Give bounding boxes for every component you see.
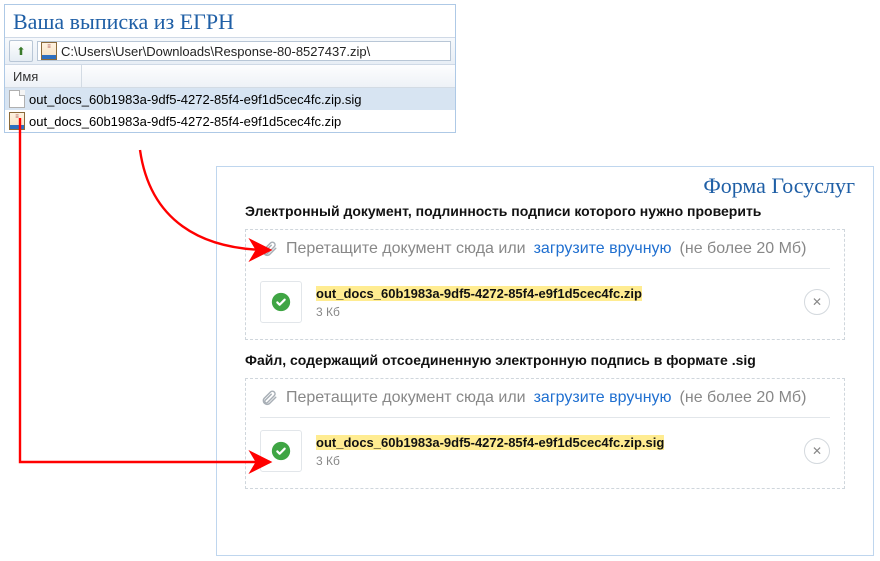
dropzone[interactable]: Перетащите документ сюда или загрузите в… <box>245 378 845 489</box>
up-folder-button[interactable]: ⬆ <box>9 40 33 62</box>
uploaded-file-name: out_docs_60b1983a-9df5-4272-85f4-e9f1d5c… <box>316 286 790 301</box>
upload-limit: (не более 20 Мб) <box>680 240 807 258</box>
divider <box>260 417 830 418</box>
file-name: out_docs_60b1983a-9df5-4272-85f4-e9f1d5c… <box>29 92 361 107</box>
paperclip-icon <box>260 240 278 258</box>
section-label: Файл, содержащий отсоединенную электронн… <box>245 352 845 368</box>
address-path-text: C:\Users\User\Downloads\Response-80-8527… <box>61 44 370 59</box>
dropzone-text: Перетащите документ сюда или <box>286 389 526 407</box>
file-name: out_docs_60b1983a-9df5-4272-85f4-e9f1d5c… <box>29 114 341 129</box>
archive-icon: ≡ <box>41 42 57 60</box>
upload-success-icon <box>260 430 302 472</box>
upload-section-signature: Файл, содержащий отсоединенную электронн… <box>217 352 873 501</box>
up-arrow-icon: ⬆ <box>16 45 25 58</box>
upload-success-icon <box>260 281 302 323</box>
file-list: out_docs_60b1983a-9df5-4272-85f4-e9f1d5c… <box>5 88 455 132</box>
dropzone-header: Перетащите документ сюда или загрузите в… <box>260 240 830 258</box>
close-icon: ✕ <box>812 444 822 458</box>
upload-section-document: Электронный документ, подлинность подпис… <box>217 203 873 352</box>
close-icon: ✕ <box>812 295 822 309</box>
uploaded-file-size: 3 Кб <box>316 454 790 468</box>
upload-manual-link[interactable]: загрузите вручную <box>534 240 672 258</box>
uploaded-file-row: out_docs_60b1983a-9df5-4272-85f4-e9f1d5c… <box>260 430 830 472</box>
uploaded-file-row: out_docs_60b1983a-9df5-4272-85f4-e9f1d5c… <box>260 281 830 323</box>
divider <box>260 268 830 269</box>
column-headers: Имя <box>5 65 455 88</box>
paperclip-icon <box>260 389 278 407</box>
dropzone-text: Перетащите документ сюда или <box>286 240 526 258</box>
dropzone-header: Перетащите документ сюда или загрузите в… <box>260 389 830 407</box>
uploaded-file-info: out_docs_60b1983a-9df5-4272-85f4-e9f1d5c… <box>316 435 790 468</box>
explorer-title: Ваша выписка из ЕГРН <box>5 5 455 37</box>
archive-icon: ≡ <box>9 112 25 130</box>
gosuslugi-form-panel: Форма Госуслуг Электронный документ, под… <box>216 166 874 556</box>
uploaded-file-info: out_docs_60b1983a-9df5-4272-85f4-e9f1d5c… <box>316 286 790 319</box>
explorer-panel: Ваша выписка из ЕГРН ⬆ ≡ C:\Users\User\D… <box>4 4 456 133</box>
upload-limit: (не более 20 Мб) <box>680 389 807 407</box>
file-icon <box>9 90 25 108</box>
file-row-sig[interactable]: out_docs_60b1983a-9df5-4272-85f4-e9f1d5c… <box>5 88 455 110</box>
gosuslugi-form-title: Форма Госуслуг <box>217 167 873 203</box>
dropzone[interactable]: Перетащите документ сюда или загрузите в… <box>245 229 845 340</box>
file-row-zip[interactable]: ≡ out_docs_60b1983a-9df5-4272-85f4-e9f1d… <box>5 110 455 132</box>
address-bar-row: ⬆ ≡ C:\Users\User\Downloads\Response-80-… <box>5 37 455 65</box>
remove-file-button[interactable]: ✕ <box>804 289 830 315</box>
uploaded-file-name: out_docs_60b1983a-9df5-4272-85f4-e9f1d5c… <box>316 435 790 450</box>
upload-manual-link[interactable]: загрузите вручную <box>534 389 672 407</box>
column-header-name[interactable]: Имя <box>5 65 82 87</box>
remove-file-button[interactable]: ✕ <box>804 438 830 464</box>
uploaded-file-size: 3 Кб <box>316 305 790 319</box>
address-bar[interactable]: ≡ C:\Users\User\Downloads\Response-80-85… <box>37 41 451 61</box>
section-label: Электронный документ, подлинность подпис… <box>245 203 845 219</box>
